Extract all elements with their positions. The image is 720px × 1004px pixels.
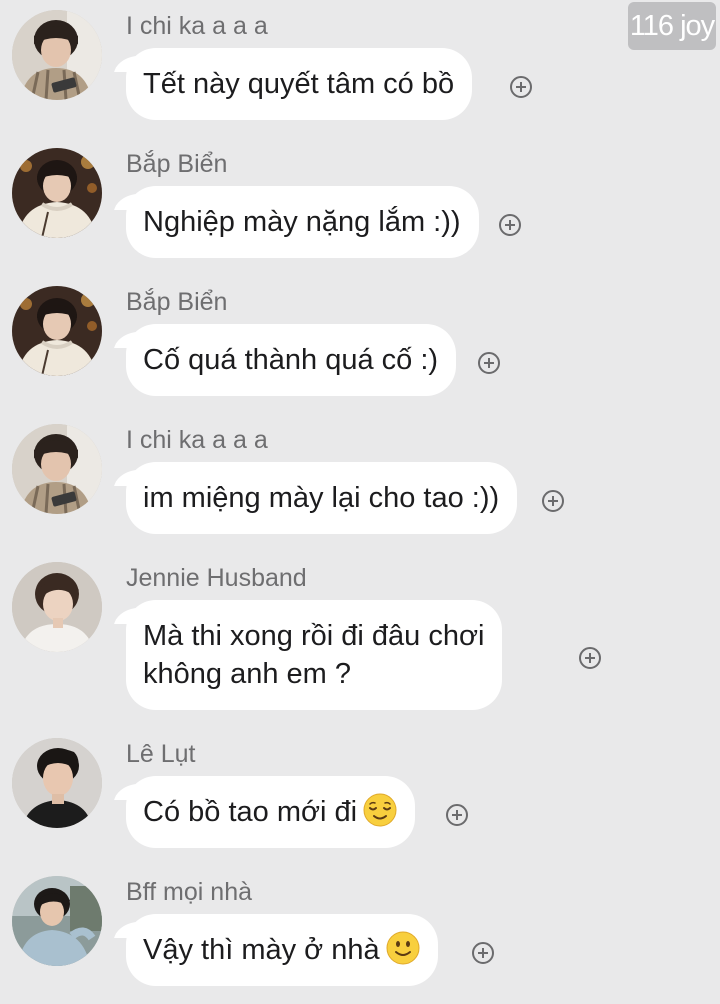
message-bubble[interactable]: Có bồ tao mới đi xyxy=(126,776,416,848)
message-text: Cố quá thành quá cố :) xyxy=(143,344,439,376)
sender-avatar[interactable] xyxy=(12,876,102,966)
sender-name: Bắp Biển xyxy=(126,288,228,316)
message-text: Vậy thì mày ở nhà xyxy=(143,934,380,966)
message-text: Tết này quyết tâm có bồ xyxy=(143,68,455,100)
message-text-line: Mà thi xong rồi đi đâu chơi xyxy=(143,620,485,652)
avatar-photo xyxy=(12,738,102,828)
sender-name: Jennie Husband xyxy=(126,564,307,592)
sender-avatar[interactable] xyxy=(12,286,102,376)
add-reaction-icon[interactable] xyxy=(510,76,532,98)
relieved-face-emoji xyxy=(363,793,397,827)
add-reaction-icon[interactable] xyxy=(579,647,601,669)
message-bubble[interactable]: Mà thi xong rồi đi đâu chơi không anh em… xyxy=(126,600,503,710)
sender-avatar[interactable] xyxy=(12,738,102,828)
message-bubble[interactable]: Nghiệp mày nặng lắm :)) xyxy=(126,186,479,258)
message-bubble[interactable]: Vậy thì mày ở nhà xyxy=(126,914,438,986)
sender-name: Bắp Biển xyxy=(126,150,228,178)
slightly-smiling-face-emoji xyxy=(386,931,420,965)
message-bubble[interactable]: Cố quá thành quá cố :) xyxy=(126,324,457,396)
sender-avatar[interactable] xyxy=(12,424,102,514)
sender-avatar[interactable] xyxy=(12,148,102,238)
message-text: im miệng mày lại cho tao :)) xyxy=(143,482,500,514)
sender-name: Lê Lụt xyxy=(126,740,196,768)
message-text-line: không anh em ? xyxy=(143,658,351,690)
sender-name: I chi ka a a a xyxy=(126,426,268,454)
sender-name: Bff mọi nhà xyxy=(126,878,253,906)
avatar-photo xyxy=(12,148,102,238)
add-reaction-icon[interactable] xyxy=(446,804,468,826)
sender-avatar[interactable] xyxy=(12,562,102,652)
add-reaction-icon[interactable] xyxy=(542,490,564,512)
add-reaction-icon[interactable] xyxy=(499,214,521,236)
add-reaction-icon[interactable] xyxy=(478,352,500,374)
message-text: Có bồ tao mới đi xyxy=(143,796,358,828)
message-bubble[interactable]: Tết này quyết tâm có bồ xyxy=(126,48,473,120)
message-bubble[interactable]: im miệng mày lại cho tao :)) xyxy=(126,462,518,534)
avatar-photo xyxy=(12,562,102,652)
watermark-label: 116 joy xyxy=(628,2,716,50)
sender-name: I chi ka a a a xyxy=(126,12,268,40)
avatar-photo xyxy=(12,10,102,100)
avatar-photo xyxy=(12,424,102,514)
avatar-photo xyxy=(12,876,102,966)
avatar-photo xyxy=(12,286,102,376)
add-reaction-icon[interactable] xyxy=(472,942,494,964)
sender-avatar[interactable] xyxy=(12,10,102,100)
message-text: Nghiệp mày nặng lắm :)) xyxy=(143,206,461,238)
